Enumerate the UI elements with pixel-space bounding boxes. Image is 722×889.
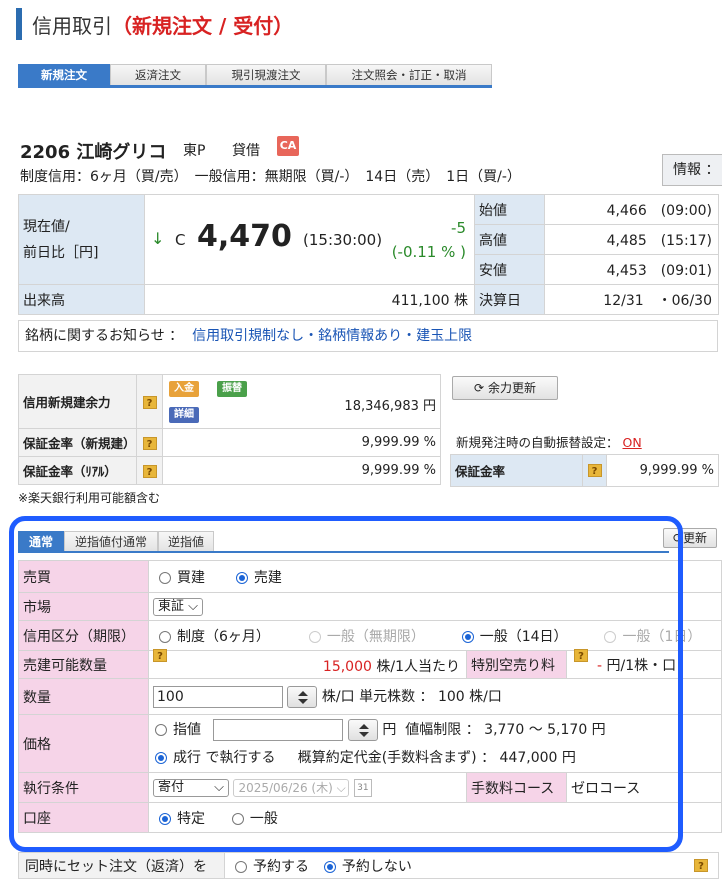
transfer-button[interactable]: 振替 (217, 381, 247, 397)
set-order-label: 同時にセット注文（返済）を (18, 852, 225, 879)
auto-transfer-setting: 新規発注時の自動振替設定： ON (456, 432, 642, 451)
price-flag: C (175, 231, 186, 249)
stock-taishaku: 貸借 (232, 143, 260, 159)
margin-rate-real-value: 9,999.99 % (162, 456, 441, 485)
help-icon[interactable]: ? (694, 859, 708, 872)
high-value: 4,485 (15:17) (544, 224, 719, 255)
current-price: 4,470 (197, 219, 292, 254)
right-margin-rate-table: 保証金率 ? 9,999.99 % (450, 454, 719, 487)
price-table: 現在値/ 前日比［円] ↓ C 4,470 (15:30:00) -5 (-0.… (18, 194, 719, 315)
low-label: 安値 (474, 254, 545, 285)
update-label: 更新 (683, 531, 708, 545)
auto-transfer-label: 新規発注時の自動振替設定： (456, 435, 619, 450)
down-arrow-icon: ↓ (151, 229, 165, 248)
low-value: 4,453 (09:01) (544, 254, 719, 285)
page-title-main: 信用取引 (32, 14, 112, 38)
high-label: 高値 (474, 224, 545, 255)
price-time: (15:30:00) (303, 231, 383, 249)
set-order-yes-radio[interactable] (235, 860, 247, 873)
buying-power-label: 信用新規建余力 (18, 374, 137, 429)
order-form-highlight (9, 516, 683, 852)
current-price-label-line1: 現在値/ (23, 218, 70, 235)
tab-close-order[interactable]: 返済注文 (110, 64, 206, 85)
right-margin-rate-value: 9,999.99 % (606, 454, 719, 487)
set-order-yes-label: 予約する (253, 858, 309, 875)
current-price-label: 現在値/ 前日比［円] (18, 194, 145, 285)
margin-table: 信用新規建余力 ? 入金 振替 詳細 18,346,983 円 保証金率（新規建… (18, 374, 441, 485)
help-icon[interactable]: ? (582, 454, 607, 487)
help-icon[interactable]: ? (136, 456, 163, 485)
deposit-button[interactable]: 入金 (169, 381, 199, 397)
refresh-icon: ⟳ (474, 381, 485, 395)
refresh-power-button[interactable]: ⟳ 余力更新 (452, 376, 558, 400)
stock-code-name: 2206 江崎グリコ (20, 142, 167, 163)
page-title: 信用取引（新規注文 / 受付） (32, 10, 293, 39)
help-icon[interactable]: ? (136, 428, 163, 457)
buying-power-value: 18,346,983 円 (344, 399, 436, 414)
volume-label: 出来高 (18, 284, 145, 315)
ca-badge: CA (277, 136, 299, 156)
settle-value: 12/31 ・06/30 (544, 284, 719, 315)
stock-notice: 銘柄に関するお知らせ ： 信用取引規制なし・銘柄情報あり・建玉上限 (18, 320, 718, 352)
help-icon[interactable]: ? (136, 374, 163, 429)
current-price-label-line2: 前日比［円] (23, 244, 99, 261)
tab-delivery-order[interactable]: 現引現渡注文 (206, 64, 326, 85)
price-change: -5 (451, 219, 466, 237)
detail-button[interactable]: 詳細 (169, 407, 199, 423)
tab-order-inquiry[interactable]: 注文照会・訂正・取消 (326, 64, 492, 85)
stock-market: 東P (183, 143, 206, 159)
current-price-cell: ↓ C 4,470 (15:30:00) -5 (-0.11 % ) (144, 194, 475, 285)
settle-label: 決算日 (474, 284, 545, 315)
set-order-table: 同時にセット注文（返済）を 予約する 予約しない ? (18, 852, 719, 879)
credit-period-info: 制度信用：6ヶ月（買/売） 一般信用：無期限（買/-） 14日（売） 1日（買/… (20, 169, 521, 185)
margin-rate-real-label: 保証金率（ﾘｱﾙ） (18, 456, 137, 485)
buying-power-cell: 入金 振替 詳細 18,346,983 円 (162, 374, 441, 429)
open-value: 4,466 (09:00) (544, 194, 719, 225)
auto-transfer-toggle[interactable]: ON (623, 435, 642, 450)
open-label: 始値 (474, 194, 545, 225)
bank-note: ※楽天銀行利用可能額含む (18, 491, 161, 505)
refresh-power-label: 余力更新 (487, 381, 536, 395)
title-accent-bar (16, 8, 22, 40)
main-tabs: 新規注文 返済注文 現引現渡注文 注文照会・訂正・取消 (18, 64, 492, 88)
tab-new-order[interactable]: 新規注文 (18, 64, 110, 85)
volume-value: 411,100 株 (144, 284, 475, 315)
price-change-pct: (-0.11 % ) (391, 243, 466, 261)
margin-rate-new-value: 9,999.99 % (162, 428, 441, 457)
margin-rate-new-label: 保証金率（新規建） (18, 428, 137, 457)
set-order-no-label: 予約しない (341, 858, 412, 875)
set-order-options: 予約する 予約しない ? (224, 852, 719, 879)
set-order-no-radio[interactable] (323, 860, 336, 873)
page-title-sub: （新規注文 / 受付） (112, 14, 294, 38)
notice-label: 銘柄に関するお知らせ ： (25, 328, 184, 344)
notice-links[interactable]: 信用取引規制なし・銘柄情報あり・建玉上限 (192, 328, 472, 344)
right-margin-rate-label: 保証金率 (450, 454, 583, 487)
info-button[interactable]: 情報 ： (662, 154, 722, 186)
